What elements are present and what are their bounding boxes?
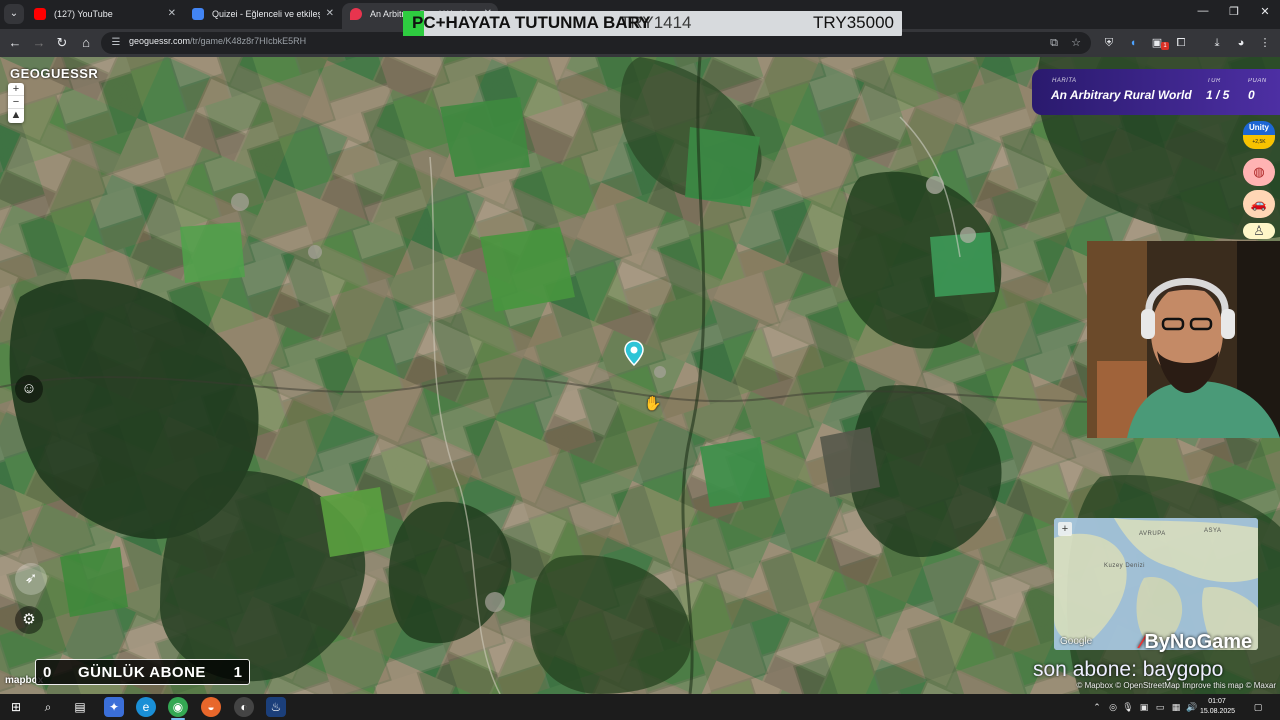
ticker-headline: PC+HAYATA TUTUNMA BARY	[412, 13, 651, 32]
bookmark-star-icon[interactable]: ☆	[1069, 36, 1083, 50]
close-icon[interactable]: ✕	[168, 3, 176, 25]
goal-target: TRY35000	[813, 13, 894, 32]
zoom-in-button[interactable]: +	[8, 83, 24, 96]
bynogame-brand: ⁄ByNoGame	[1141, 631, 1253, 653]
url-text: geoguessr.com/tr/game/K48z8r7HIcbkE5RH	[129, 36, 307, 46]
car-icon[interactable]: 🚗	[1243, 190, 1275, 218]
notification-icon[interactable]: ▢	[1252, 700, 1264, 714]
tray-chevron-icon[interactable]: ⌃	[1091, 700, 1103, 714]
unity-badge[interactable]: Unity +2,5K	[1243, 121, 1275, 149]
tab-label: Quizei - Eğlenceli ve etkileşimli	[212, 9, 320, 19]
network-icon[interactable]: ▦	[1170, 700, 1182, 714]
home-icon[interactable]: ⌂	[77, 34, 95, 52]
zoom-control: + − ▲	[8, 83, 24, 123]
kebab-menu-icon[interactable]: ⋮	[1257, 35, 1273, 51]
tab-label: (127) YouTube	[54, 9, 113, 19]
shield-extension-icon[interactable]: ⛨	[1101, 35, 1117, 51]
install-app-icon[interactable]: ⧉	[1047, 36, 1061, 50]
satellite-map[interactable]: GEOGUESSR + − ▲ ☺ ➶ ⚙ ✋ HARİTA An Arbitr…	[0, 57, 1280, 694]
tab-quizei[interactable]: Quizei - Eğlenceli ve etkileşimli ✕	[184, 3, 340, 29]
task-view-icon[interactable]: ▤	[70, 697, 90, 717]
back-arrow-icon[interactable]: ←	[6, 34, 24, 52]
google-logo: Google	[1060, 636, 1093, 647]
goal-current: TRY1414	[620, 13, 692, 32]
minimap-label-europe: AVRUPA	[1139, 531, 1166, 537]
donation-goal-ticker: PC+HAYATA TUTUNMA BARY TRY1414 TRY35000	[403, 11, 902, 36]
streamer-webcam	[1087, 241, 1280, 438]
geoguessr-pin-icon	[350, 8, 362, 20]
audio-extension-icon[interactable]: ◖	[1125, 35, 1141, 51]
daily-subscriber-counter: 0 GÜNLÜK ABONE 1	[35, 659, 250, 685]
forward-arrow-icon[interactable]: →	[30, 34, 48, 52]
daily-subs-label: GÜNLÜK ABONE	[78, 664, 206, 681]
geoguessr-logo: GEOGUESSR	[10, 66, 99, 81]
globe-icon[interactable]: ◍	[1243, 158, 1275, 186]
system-clock[interactable]: 01:07 15.08.2025	[1200, 697, 1236, 717]
compass-north-button[interactable]: ▲	[8, 109, 24, 122]
location-pin-marker	[624, 340, 644, 366]
mic-icon[interactable]: 🎙	[1122, 700, 1134, 714]
score-value: 0	[1248, 88, 1255, 102]
steam-icon[interactable]: ♨	[266, 697, 286, 717]
edge-icon[interactable]: e	[136, 697, 156, 717]
puzzle-extensions-icon[interactable]: ⧠	[1173, 35, 1189, 51]
profile-avatar-icon[interactable]: ◕	[1233, 35, 1249, 51]
tray-app-icon[interactable]: ◎	[1107, 700, 1119, 714]
chrome-icon[interactable]: ◉	[168, 697, 188, 717]
extension-badge: 1	[1161, 42, 1169, 50]
youtube-icon	[34, 8, 46, 20]
game-status-panel: HARİTA An Arbitrary Rural World TUR 1 / …	[1032, 69, 1280, 115]
reload-icon[interactable]: ↻	[53, 34, 71, 52]
daily-subs-right-value: 1	[233, 664, 242, 681]
minimize-icon[interactable]: —	[1188, 5, 1218, 17]
quizei-icon	[192, 8, 204, 20]
screen: ⌄ (127) YouTube ✕ Quizei - Eğlenceli ve …	[0, 0, 1280, 720]
round-value: 1 / 5	[1206, 88, 1230, 102]
download-icon[interactable]: ⤓	[1209, 35, 1225, 51]
tray-window-icon[interactable]: ▣	[1138, 700, 1150, 714]
compass-icon[interactable]: ➶	[15, 563, 47, 595]
volume-icon[interactable]: 🔊	[1186, 700, 1198, 714]
close-icon[interactable]: ✕	[326, 3, 334, 25]
unity-title: Unity	[1249, 123, 1269, 132]
minimap-expand-button[interactable]: +	[1058, 522, 1072, 536]
daily-subs-left-value: 0	[43, 664, 52, 681]
obs-icon[interactable]: ◐	[234, 697, 254, 717]
round-label: TUR	[1207, 78, 1221, 84]
tray-drive-icon[interactable]: ▭	[1154, 700, 1166, 714]
clock-date: 15.08.2025	[1200, 708, 1236, 715]
search-icon[interactable]: ⌕	[38, 697, 58, 717]
map-label: HARİTA	[1052, 78, 1077, 84]
zoom-out-button[interactable]: −	[8, 96, 24, 109]
person-icon[interactable]: ♙	[1243, 223, 1275, 239]
site-info-icon[interactable]: ☰	[109, 36, 123, 50]
settings-gear-icon[interactable]: ⚙	[15, 606, 43, 634]
copilot-icon[interactable]: ✦	[104, 697, 124, 717]
close-window-icon[interactable]: ✕	[1250, 5, 1280, 18]
streamer-image	[1087, 241, 1280, 438]
hand-cursor-icon: ✋	[644, 395, 662, 411]
firefox-icon[interactable]: ◒	[201, 697, 221, 717]
restore-icon[interactable]: ❐	[1219, 5, 1249, 18]
windows-start-icon[interactable]: ⊞	[6, 697, 26, 717]
windows-taskbar: ⊞ ⌕ ▤ ✦ e ◉ ◒ ◐ ♨ ⌃ ◎ 🎙 ▣ ▭ ▦ 🔊 01:07 15…	[0, 694, 1280, 720]
map-attribution[interactable]: © Mapbox © OpenStreetMap Improve this ma…	[1070, 681, 1280, 693]
tab-search-chevron-icon[interactable]: ⌄	[4, 4, 24, 24]
minimap-label-sea: Kuzey Denizi	[1104, 563, 1146, 569]
score-label: PUAN	[1248, 78, 1267, 84]
emote-button[interactable]: ☺	[15, 375, 43, 403]
tab-youtube[interactable]: (127) YouTube ✕	[26, 3, 182, 29]
last-subscriber-text: son abone: baygopo	[1033, 658, 1224, 681]
map-name: An Arbitrary Rural World	[1051, 88, 1192, 102]
clock-time: 01:07	[1208, 698, 1226, 705]
minimap-label-asia: ASYA	[1204, 528, 1222, 534]
